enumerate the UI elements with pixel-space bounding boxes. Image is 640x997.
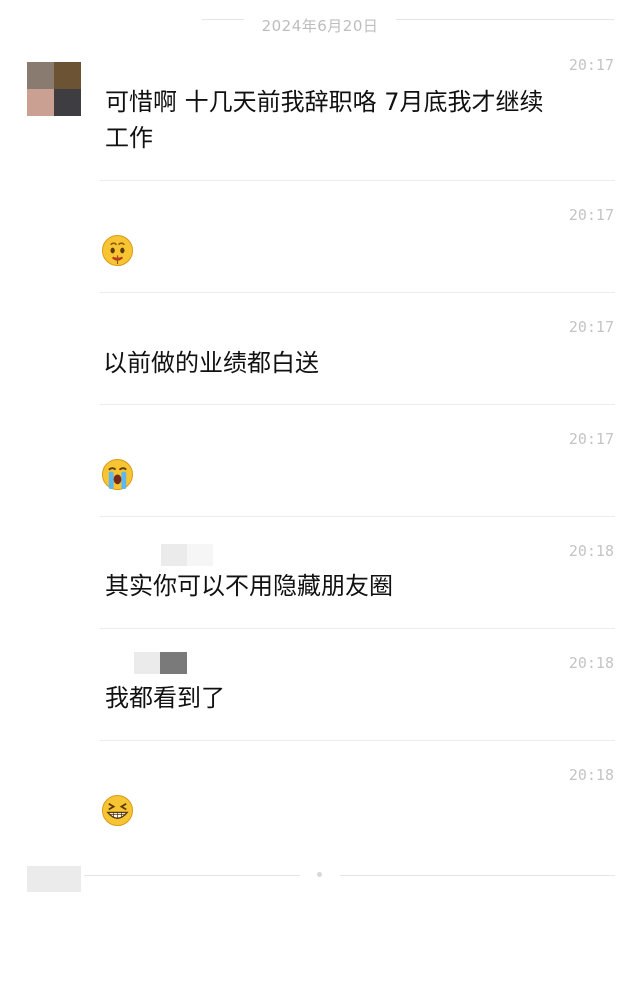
message-timestamp: 20:18 xyxy=(568,542,614,560)
message-divider xyxy=(100,740,615,741)
avatar-pixel xyxy=(54,89,81,116)
message-divider xyxy=(100,628,615,629)
message-text: 可惜啊 十几天前我辞职咯 7月底我才继续 xyxy=(105,88,544,116)
redacted-avatar[interactable] xyxy=(27,866,81,892)
footer-dot xyxy=(317,872,322,877)
message-timestamp: 20:18 xyxy=(568,654,614,672)
footer-line-right xyxy=(340,875,615,876)
message-divider xyxy=(100,516,615,517)
message-timestamp: 20:18 xyxy=(568,766,614,784)
message-divider xyxy=(100,404,615,405)
avatar-pixel xyxy=(54,62,81,89)
message-timestamp: 20:17 xyxy=(568,430,614,448)
message-text: 其实你可以不用隐藏朋友圈 xyxy=(105,572,393,600)
redacted-name xyxy=(187,544,213,566)
message-divider xyxy=(100,292,615,293)
money-mouth-face-icon xyxy=(101,234,134,267)
message-timestamp: 20:17 xyxy=(568,206,614,224)
message-text: 以前做的业绩都白送 xyxy=(103,349,319,377)
message-text-line2: 工作 xyxy=(105,124,153,152)
date-separator-line-right xyxy=(396,19,614,20)
avatar[interactable] xyxy=(27,62,81,116)
message-divider xyxy=(100,180,615,181)
grinning-squinting-face-icon xyxy=(101,794,134,827)
footer-line-left xyxy=(84,875,300,876)
avatar-pixel xyxy=(27,89,54,116)
date-separator-label: 2024年6月20日 xyxy=(261,17,379,35)
date-separator-line-left xyxy=(202,19,244,20)
date-separator: 2024年6月20日 xyxy=(0,8,640,35)
message-timestamp: 20:17 xyxy=(568,318,614,336)
message-timestamp: 20:17 xyxy=(568,56,614,74)
redacted-name xyxy=(160,652,187,674)
loudly-crying-face-icon xyxy=(101,458,134,491)
avatar-pixel xyxy=(27,62,54,89)
redacted-name xyxy=(134,652,160,674)
message-text: 我都看到了 xyxy=(105,684,225,712)
redacted-name xyxy=(161,544,187,566)
